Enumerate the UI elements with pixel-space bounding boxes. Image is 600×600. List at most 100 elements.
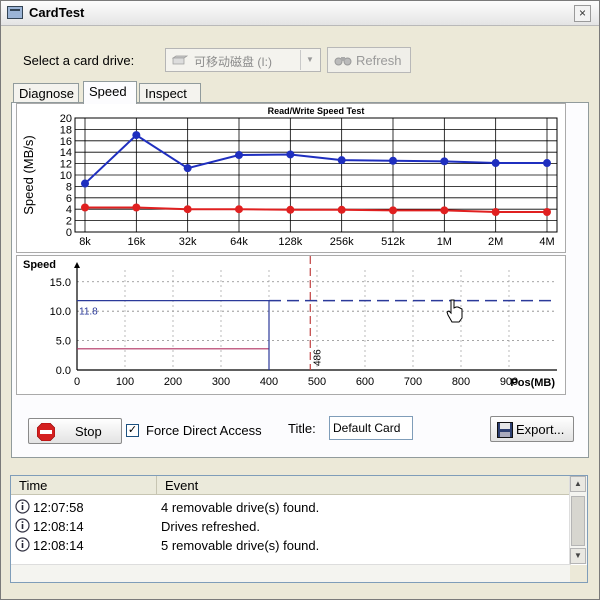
log-time: 12:07:58: [33, 500, 84, 515]
refresh-button[interactable]: Refresh: [327, 47, 411, 73]
y-tick-label: 0.0: [56, 365, 71, 377]
x-tick-label: 400: [260, 376, 278, 388]
log-column-time[interactable]: Time: [11, 476, 157, 494]
force-direct-access-label: Force Direct Access: [146, 423, 262, 438]
speed-data-point: [286, 150, 295, 159]
log-time: 12:08:14: [33, 519, 84, 534]
title-bar[interactable]: CardTest ×: [1, 1, 599, 26]
x-tick-label: 128k: [278, 236, 302, 248]
log-header: Time Event: [11, 476, 571, 495]
x-tick-label: 1M: [437, 236, 452, 248]
x-tick-label: 0: [74, 376, 80, 388]
x-tick-label: 700: [404, 376, 422, 388]
x-tick-label: 64k: [230, 236, 248, 248]
speed-data-point: [337, 156, 346, 165]
y-tick-label: 16: [60, 136, 72, 148]
floppy-disk-icon: [497, 422, 513, 438]
y-axis-label: Speed (MB/s): [21, 135, 36, 214]
cardtest-window: CardTest × Select a card drive: 可移动磁盘 (I…: [0, 0, 600, 600]
log-horizontal-scrollbar[interactable]: [11, 564, 571, 582]
x-tick-label: 16k: [127, 236, 145, 248]
x-tick-label: 8k: [79, 236, 91, 248]
position-speed-chart: Speed Pos(MB) 0.0 5.0 10.0 15.0 0 100 200 300 400 5…: [16, 255, 566, 395]
y-tick-label: 15.0: [50, 277, 71, 289]
info-icon: [15, 518, 30, 533]
stop-sign-icon: [37, 423, 55, 441]
card-app-icon: [7, 6, 23, 19]
export-label: Export...: [516, 422, 565, 437]
x-tick-label: 500: [308, 376, 326, 388]
x-tick-label: 900: [500, 376, 518, 388]
scroll-thumb[interactable]: [571, 496, 585, 546]
speed-data-point: [337, 205, 346, 214]
y-tick-label: 14: [60, 147, 72, 159]
force-direct-access-checkbox[interactable]: ✓: [126, 424, 139, 437]
log-row[interactable]: 12:08:14 5 removable drive(s) found.: [11, 536, 571, 554]
average-speed-annotation: 11.8: [79, 307, 98, 318]
speed-data-point: [183, 164, 192, 173]
speed-data-point: [81, 203, 89, 212]
removable-drive-icon: [172, 55, 188, 65]
y-tick-label: 8: [66, 181, 72, 193]
x-tick-label: 600: [356, 376, 374, 388]
speed-data-point: [389, 156, 397, 165]
speed-data-point: [183, 205, 192, 214]
info-icon: [15, 499, 30, 514]
speed-data-point: [132, 203, 141, 212]
y-tick-label: 20: [60, 113, 72, 125]
speed-data-point: [543, 208, 551, 217]
scroll-down-button[interactable]: ▼: [570, 548, 586, 564]
y-axis-label: Speed: [23, 259, 56, 271]
x-tick-label: 32k: [179, 236, 197, 248]
log-time: 12:08:14: [33, 538, 84, 553]
log-vertical-scrollbar[interactable]: ▲ ▼: [569, 476, 587, 564]
y-tick-label: 12: [60, 159, 72, 171]
position-marker-label: 486: [312, 349, 323, 366]
tab-inspect[interactable]: Inspect: [139, 83, 201, 103]
speed-data-point: [440, 206, 449, 215]
y-tick-label: 6: [66, 193, 72, 205]
scroll-up-button[interactable]: ▲: [570, 476, 586, 492]
speed-data-point: [235, 151, 243, 160]
selected-drive: 可移动磁盘 (I:): [194, 55, 272, 69]
refresh-label: Refresh: [356, 53, 402, 68]
y-axis-arrow: [74, 262, 80, 268]
x-tick-label: 4M: [539, 236, 554, 248]
x-tick-label: 100: [116, 376, 134, 388]
speed-data-point: [132, 131, 141, 140]
speed-data-point: [81, 179, 89, 188]
log-row[interactable]: 12:07:58 4 removable drive(s) found.: [11, 498, 571, 516]
export-button[interactable]: Export...: [490, 416, 574, 442]
speed-data-point: [440, 157, 449, 166]
x-tick-label: 512k: [381, 236, 405, 248]
y-tick-label: 18: [60, 124, 72, 136]
x-tick-label: 300: [212, 376, 230, 388]
speed-data-point: [235, 205, 243, 214]
y-tick-label: 10.0: [50, 306, 71, 318]
y-tick-label: 10: [60, 170, 72, 182]
close-button[interactable]: ×: [574, 5, 591, 22]
log-event: 5 removable drive(s) found.: [161, 538, 320, 553]
speed-data-point: [543, 159, 551, 168]
speed-tab-panel: Read/Write Speed Test Speed (MB/s) 0 2 4 6 8 10…: [11, 102, 589, 458]
stop-button[interactable]: Stop: [28, 418, 122, 444]
scrollbar-corner: [570, 565, 587, 582]
speed-data-point: [286, 205, 295, 214]
log-event: 4 removable drive(s) found.: [161, 500, 320, 515]
tab-diagnose[interactable]: Diagnose: [13, 83, 79, 103]
x-tick-label: 800: [452, 376, 470, 388]
y-tick-label: 5.0: [56, 336, 71, 348]
log-column-event[interactable]: Event: [157, 476, 198, 493]
title-input[interactable]: [329, 416, 413, 440]
y-tick-label: 4: [66, 204, 72, 216]
read-write-speed-chart: Read/Write Speed Test Speed (MB/s) 0 2 4 6 8 10…: [16, 103, 566, 253]
log-row[interactable]: 12:08:14 Drives refreshed.: [11, 517, 571, 535]
log-event: Drives refreshed.: [161, 519, 260, 534]
chevron-down-icon[interactable]: ▼: [300, 50, 319, 70]
x-tick-label: 256k: [330, 236, 354, 248]
tab-speed[interactable]: Speed: [83, 81, 137, 104]
speed-data-point: [491, 208, 500, 217]
speed-data-point: [389, 206, 397, 215]
card-drive-select[interactable]: 可移动磁盘 (I:) ▼: [165, 48, 321, 72]
y-tick-label: 0: [66, 227, 72, 239]
